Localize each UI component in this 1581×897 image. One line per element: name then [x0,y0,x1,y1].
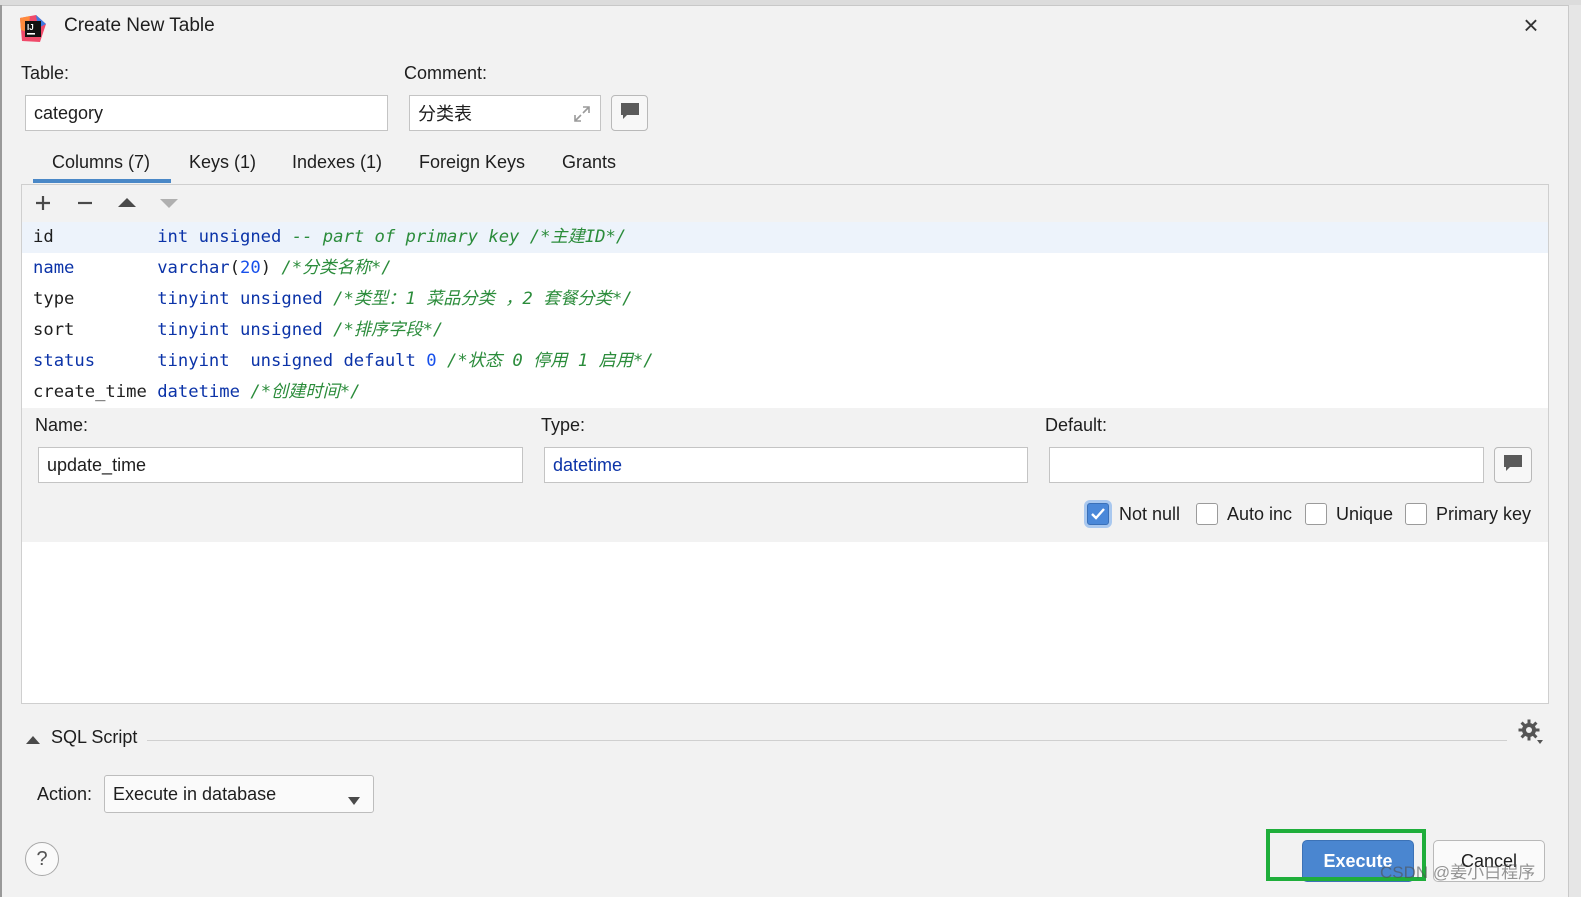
column-row-status[interactable]: status tinyint unsigned default 0 /*状态 0… [22,346,1548,377]
column-name: sort [33,320,75,340]
action-select[interactable]: Execute in database [104,775,374,813]
gear-icon[interactable] [1517,718,1545,751]
dialog-title: Create New Table [64,15,215,36]
column-type: datetime [157,382,240,402]
move-down-icon[interactable] [156,192,182,214]
unique-label[interactable]: Unique [1336,504,1393,525]
column-type: varchar [157,258,230,278]
column-comment: /*创建时间*/ [250,382,361,402]
column-type-input[interactable]: datetime [544,447,1028,483]
close-icon[interactable]: × [1517,11,1545,39]
column-row-type[interactable]: type tinyint unsigned /*类型：1 菜品分类 ，2 套餐分… [22,284,1548,315]
column-comment: /*主建ID*/ [529,227,627,247]
collapse-arrow-icon[interactable] [25,730,41,751]
tab-foreign-keys[interactable]: Foreign Keys [419,152,525,173]
primary-key-checkbox[interactable] [1405,503,1427,525]
not-null-checkbox[interactable] [1087,503,1109,525]
column-type: tinyint unsigned [157,289,323,309]
column-row-create-time[interactable]: create_time datetime /*创建时间*/ [22,377,1548,408]
column-row-name[interactable]: name varchar(20) /*分类名称*/ [22,253,1548,284]
column-name-input[interactable]: update_time [38,447,523,483]
column-row-sort[interactable]: sort tinyint unsigned /*排序字段*/ [22,315,1548,346]
svg-text:IJ: IJ [27,23,34,32]
default-value-input[interactable] [1049,447,1484,483]
speech-bubble-icon [1503,454,1523,477]
sql-script-toggle[interactable]: SQL Script [51,727,137,748]
chevron-down-icon [347,790,361,811]
unique-checkbox[interactable] [1305,503,1327,525]
tab-columns[interactable]: Columns (7) [52,152,150,173]
tab-indexes[interactable]: Indexes (1) [292,152,382,173]
action-selected-value: Execute in database [113,783,277,804]
column-comment: /*分类名称*/ [281,258,392,278]
comment-value: 分类表 [418,104,472,124]
column-comment: /*状态 0 停用 1 启用*/ [446,351,654,371]
not-null-label[interactable]: Not null [1119,504,1180,525]
watermark: CSDN @姜小白程序 [1380,863,1536,882]
auto-inc-checkbox[interactable] [1196,503,1218,525]
columns-toolbar [22,185,1548,223]
default-label: Default: [1045,415,1108,435]
column-type: tinyint unsigned [157,320,323,340]
table-name-input[interactable]: category [25,95,388,131]
primary-key-label[interactable]: Primary key [1436,504,1531,525]
column-name: status [33,351,96,371]
action-label: Action: [37,784,93,804]
move-up-icon[interactable] [114,192,140,214]
column-name: create_time [33,382,147,402]
comment-label: Comment: [404,63,488,83]
column-default: 0 [426,351,437,371]
column-type-value: datetime [553,454,623,475]
expand-icon[interactable] [572,104,592,129]
tab-keys[interactable]: Keys (1) [189,152,256,173]
auto-inc-label[interactable]: Auto inc [1227,504,1292,525]
column-note: -- part of primary key [291,227,520,247]
comment-edit-button[interactable] [611,95,648,131]
name-label: Name: [35,415,89,435]
separator [147,740,1507,741]
column-name: type [33,289,75,309]
remove-column-icon[interactable] [72,192,98,214]
background-window-strip [0,0,1581,6]
column-type-arg: 20 [240,258,261,278]
active-tab-indicator [33,179,171,183]
add-column-icon[interactable] [30,192,56,214]
intellij-app-icon: IJ [18,14,46,42]
window-right-edge [1568,5,1581,897]
speech-bubble-icon [620,102,640,125]
column-comment: /*排序字段*/ [333,320,444,340]
table-label: Table: [21,63,70,83]
checkmark-icon [1091,508,1105,520]
comment-input[interactable]: 分类表 [409,95,601,131]
column-name-value: update_time [47,454,147,475]
column-name: name [33,258,75,278]
column-comment-button[interactable] [1494,447,1532,483]
column-name: id [33,227,54,247]
type-label: Type: [541,415,586,435]
column-type: int unsigned [157,227,282,247]
table-name-value: category [34,102,104,123]
column-comment: /*类型：1 菜品分类 ，2 套餐分类*/ [333,289,633,309]
column-row-id[interactable]: id int unsigned -- part of primary key /… [22,222,1548,253]
tab-grants[interactable]: Grants [562,152,616,173]
help-button[interactable]: ? [25,842,59,876]
column-type: tinyint unsigned default [157,351,416,371]
window-left-edge [0,5,2,897]
